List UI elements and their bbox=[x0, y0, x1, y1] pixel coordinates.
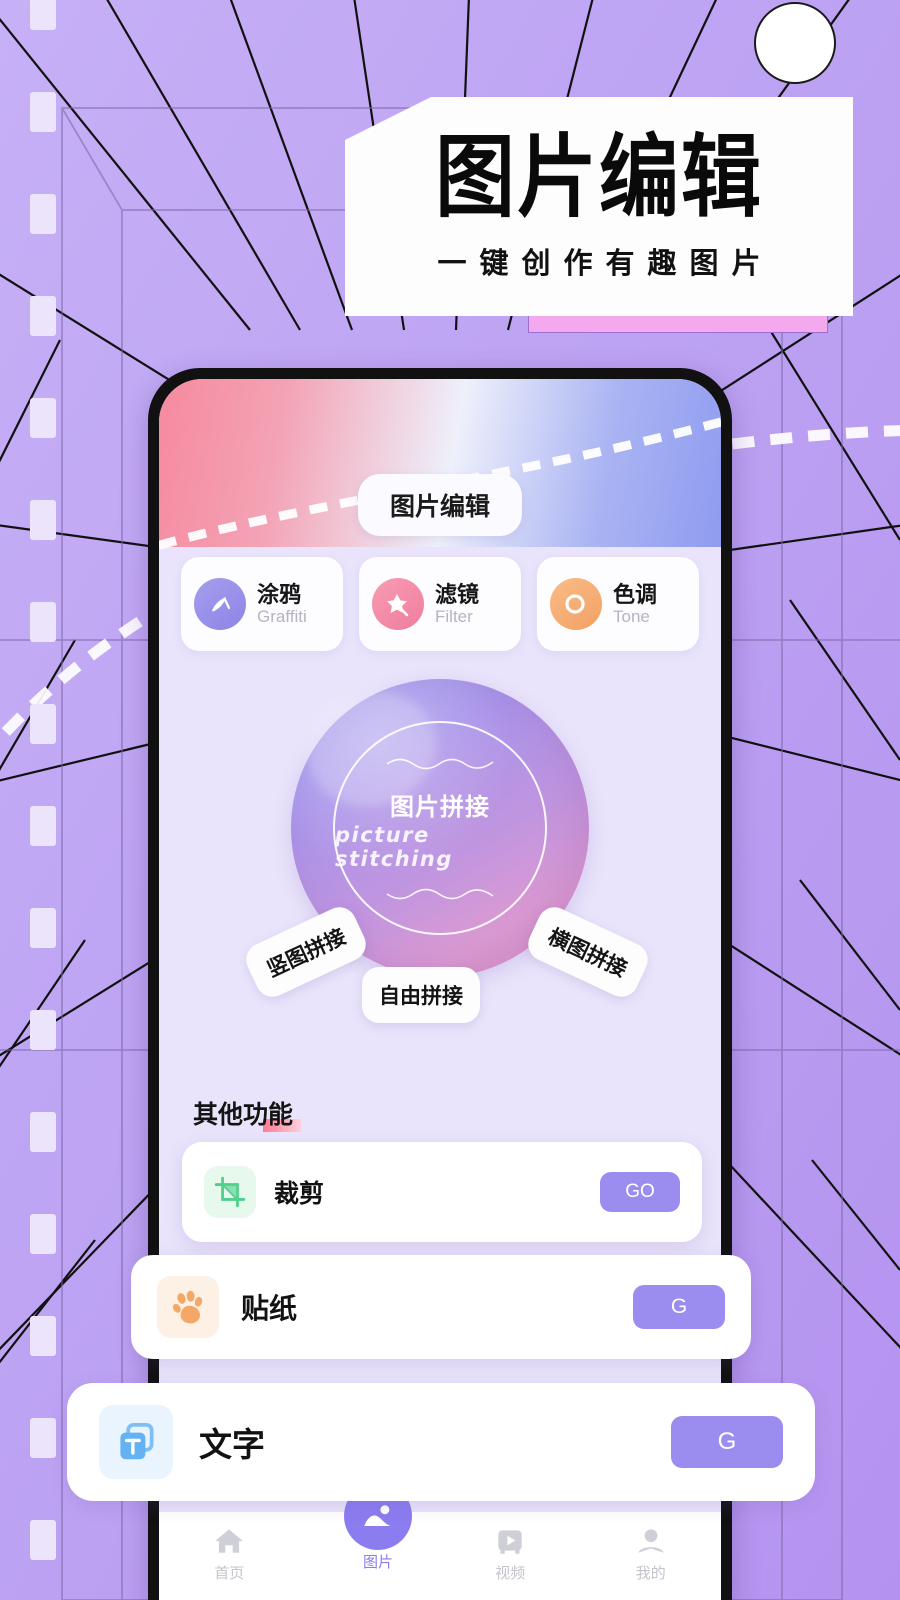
video-icon bbox=[498, 1530, 522, 1554]
nav-item-video[interactable]: 视频 bbox=[440, 1524, 581, 1583]
function-label: 贴纸 bbox=[241, 1293, 298, 1324]
nav-item-home[interactable]: 首页 bbox=[159, 1524, 300, 1583]
wave-top-icon bbox=[386, 758, 494, 770]
stitching-section: 图片拼接 picture stitching 竖图拼接 自由拼接 横图拼接 bbox=[159, 675, 721, 1099]
stitching-title-zh: 图片拼接 bbox=[390, 794, 490, 821]
feature-labels: 滤镜 Filter bbox=[435, 582, 479, 627]
feature-card-tone[interactable]: 色调 Tone bbox=[537, 557, 699, 651]
feature-labels: 色调 Tone bbox=[613, 582, 657, 627]
page-title: 图片编辑 bbox=[435, 124, 763, 230]
feature-card-row: 涂鸦 Graffiti 滤镜 Filter 色调 Tone bbox=[181, 557, 699, 651]
nav-item-profile[interactable]: 我的 bbox=[581, 1524, 722, 1583]
stitch-option-free[interactable]: 自由拼接 bbox=[362, 967, 480, 1023]
crop-icon bbox=[204, 1166, 256, 1218]
stitching-ring: 图片拼接 picture stitching bbox=[333, 721, 547, 935]
contrast-icon bbox=[550, 578, 602, 630]
page-subtitle: 一键创作有趣图片 bbox=[437, 247, 774, 280]
circle-decoration bbox=[754, 2, 836, 84]
feature-label-zh: 色调 bbox=[613, 581, 658, 607]
feature-card-filter[interactable]: 滤镜 Filter bbox=[359, 557, 521, 651]
poster-title-banner: 图片编辑 一键创作有趣图片 bbox=[345, 97, 853, 316]
image-icon bbox=[364, 1505, 391, 1526]
home-icon bbox=[215, 1529, 244, 1553]
stitch-option-vertical[interactable]: 竖图拼接 bbox=[240, 901, 372, 1003]
function-row-crop[interactable]: 裁剪 GO bbox=[182, 1142, 702, 1242]
nav-label: 首页 bbox=[214, 1565, 245, 1582]
bottom-navigation: 首页 - 视频 bbox=[159, 1512, 721, 1600]
feature-label-en: Filter bbox=[435, 606, 473, 626]
text-t-icon bbox=[99, 1405, 173, 1479]
wave-bottom-icon bbox=[386, 888, 494, 900]
feature-label-en: Tone bbox=[613, 606, 650, 626]
feature-label-zh: 滤镜 bbox=[435, 581, 480, 607]
function-row-sticker[interactable]: 贴纸 G bbox=[131, 1255, 751, 1359]
go-button[interactable]: G bbox=[671, 1416, 783, 1468]
star-wand-icon bbox=[372, 578, 424, 630]
go-button[interactable]: GO bbox=[600, 1172, 680, 1212]
feature-labels: 涂鸦 Graffiti bbox=[257, 582, 307, 627]
go-button[interactable]: G bbox=[633, 1285, 725, 1329]
screen-title-chip: 图片编辑 bbox=[357, 474, 523, 536]
feature-label-en: Graffiti bbox=[257, 606, 307, 626]
function-label: 文字 bbox=[199, 1426, 265, 1463]
nav-label: 视频 bbox=[495, 1565, 526, 1582]
stitching-title-en: picture stitching bbox=[335, 823, 453, 871]
paw-sticker-icon bbox=[157, 1276, 219, 1338]
function-row-text[interactable]: 文字 G bbox=[67, 1383, 815, 1501]
stitch-option-horizontal[interactable]: 横图拼接 bbox=[522, 901, 654, 1003]
film-strip-decoration bbox=[30, 0, 56, 1600]
feature-label-zh: 涂鸦 bbox=[257, 581, 302, 607]
other-functions-label: 其他功能 bbox=[193, 1101, 294, 1129]
brush-icon bbox=[194, 578, 246, 630]
profile-icon bbox=[638, 1529, 664, 1553]
nav-label-image: 图片 bbox=[362, 1554, 393, 1571]
feature-card-graffiti[interactable]: 涂鸦 Graffiti bbox=[181, 557, 343, 651]
function-label: 裁剪 bbox=[274, 1180, 325, 1208]
nav-label: 我的 bbox=[635, 1565, 666, 1582]
other-functions-heading: 其他功能 bbox=[193, 1095, 302, 1132]
